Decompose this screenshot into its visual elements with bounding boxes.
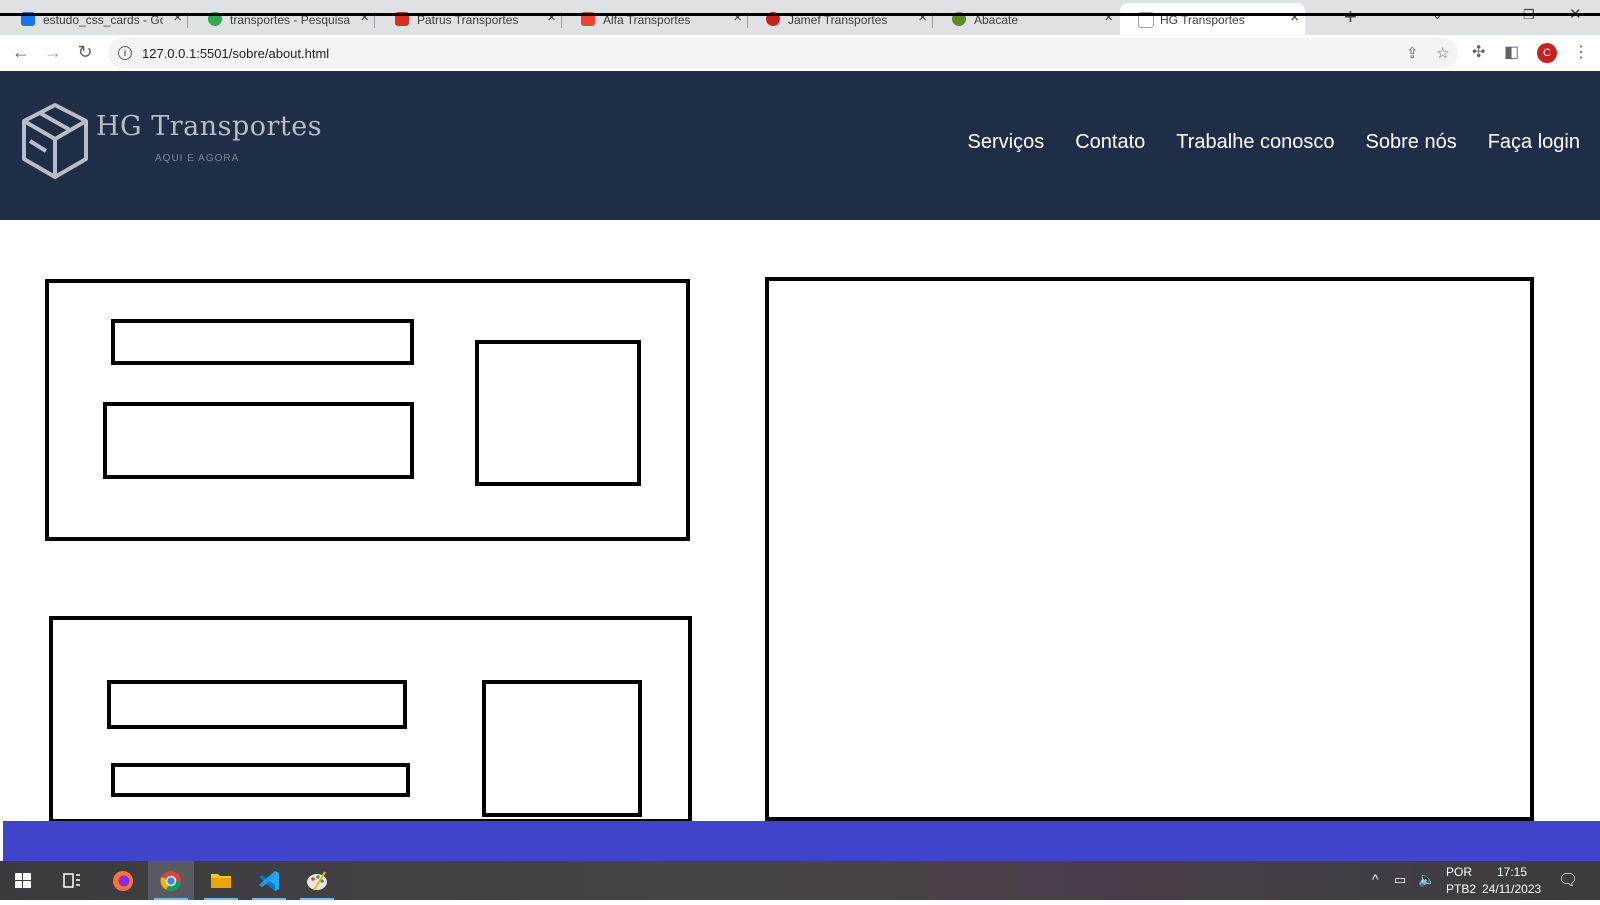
menu-kebab-icon[interactable]: ⋮	[1573, 42, 1589, 62]
nav-faca-login[interactable]: Faça login	[1488, 131, 1580, 154]
card-top-title-placeholder	[111, 319, 414, 365]
close-tab-icon[interactable]: ×	[1290, 9, 1299, 27]
nav-sobre-nos[interactable]: Sobre nós	[1366, 131, 1457, 154]
notification-center-icon[interactable]: 🗨	[1558, 870, 1578, 890]
close-tab-icon[interactable]: ×	[360, 9, 369, 27]
back-icon[interactable]: ←	[8, 39, 34, 65]
task-view-button[interactable]	[48, 861, 94, 900]
reload-icon[interactable]: ↻	[72, 39, 98, 65]
card-bottom-image-placeholder	[482, 680, 642, 817]
close-tab-icon[interactable]: ×	[1104, 9, 1113, 27]
input-language[interactable]: POR	[1446, 865, 1472, 879]
tab-transportes-pesquisa[interactable]: transportes - Pesquisa ×	[190, 3, 375, 35]
main-nav: Serviços Contato Trabalhe conosco Sobre …	[968, 131, 1580, 154]
forward-icon[interactable]: →	[40, 39, 66, 65]
site-info-icon[interactable]: i	[118, 46, 132, 60]
folder-icon	[211, 874, 231, 888]
cube-logo-icon[interactable]	[20, 101, 90, 186]
browser-tab-strip: estudo_css_cards - Go × transportes - Pe…	[0, 0, 1600, 35]
keyboard-layout[interactable]: PTB2	[1446, 882, 1476, 896]
brand-tagline: AQUI E AGORA	[155, 153, 240, 164]
start-button[interactable]	[0, 861, 46, 900]
chrome-icon	[160, 871, 182, 892]
card-top-text-placeholder	[103, 402, 414, 479]
vscode-taskbar-button[interactable]	[246, 861, 292, 900]
task-view-icon	[63, 873, 80, 888]
close-tab-icon[interactable]: ×	[918, 9, 927, 27]
card-bottom-text-placeholder	[111, 763, 410, 797]
paint-icon	[307, 871, 327, 891]
tab-hg-transportes[interactable]: HG Transportes ×	[1120, 3, 1305, 35]
new-tab-icon[interactable]: +	[1344, 6, 1357, 28]
clock-time[interactable]: 17:15	[1497, 865, 1527, 879]
vscode-icon	[259, 871, 279, 891]
tab-estudo-css-cards[interactable]: estudo_css_cards - Go ×	[3, 3, 188, 35]
share-icon[interactable]: ⇪	[1406, 44, 1419, 62]
tab-strip-scribble	[0, 13, 1600, 16]
tab-patrus-transportes[interactable]: Patrus Transportes ×	[377, 3, 562, 35]
tab-jamef-transportes[interactable]: Jamef Transportes ×	[748, 3, 933, 35]
paint-taskbar-button[interactable]	[294, 861, 340, 900]
show-hidden-icons-icon[interactable]: ^	[1372, 871, 1379, 887]
brand-name[interactable]: HG Transportes	[96, 111, 322, 142]
card-bottom-title-placeholder	[107, 680, 407, 729]
clock-date[interactable]: 24/11/2023	[1482, 882, 1541, 896]
address-bar[interactable]: i 127.0.0.1:5501/sobre/about.html ⇪ ☆	[108, 38, 1458, 68]
firefox-taskbar-button[interactable]	[100, 861, 146, 900]
close-tab-icon[interactable]: ×	[547, 9, 556, 27]
bookmark-star-icon[interactable]: ☆	[1436, 44, 1449, 62]
firefox-icon	[113, 871, 133, 891]
card-top-image-placeholder	[475, 340, 641, 486]
tab-abacate[interactable]: Abacate ×	[934, 3, 1119, 35]
file-explorer-taskbar-button[interactable]	[198, 861, 244, 900]
tab-alfa-transportes[interactable]: Alfa Transportes ×	[563, 3, 748, 35]
nav-servicos[interactable]: Serviços	[968, 131, 1045, 154]
nav-contato[interactable]: Contato	[1075, 131, 1145, 154]
extensions-icon[interactable]: ✣	[1472, 42, 1485, 62]
windows-logo-icon	[15, 873, 31, 888]
chrome-taskbar-button[interactable]	[148, 861, 194, 900]
profile-avatar[interactable]: C	[1537, 43, 1557, 63]
network-icon[interactable]: ▭	[1394, 872, 1406, 888]
windows-taskbar: ^ ▭ 🔈 POR PTB2 17:15 24/11/2023 🗨	[0, 861, 1600, 900]
browser-toolbar: ← → ↻ i 127.0.0.1:5501/sobre/about.html …	[0, 35, 1600, 72]
site-header: HG Transportes AQUI E AGORA Serviços Con…	[0, 71, 1600, 220]
close-tab-icon[interactable]: ×	[173, 9, 182, 27]
close-tab-icon[interactable]: ×	[733, 9, 742, 27]
side-panel-icon[interactable]: ◧	[1504, 42, 1519, 62]
url-text[interactable]: 127.0.0.1:5501/sobre/about.html	[142, 46, 329, 61]
volume-icon[interactable]: 🔈	[1418, 871, 1435, 888]
large-content-placeholder	[765, 277, 1534, 821]
page-footer	[3, 821, 1600, 861]
nav-trabalhe-conosco[interactable]: Trabalhe conosco	[1176, 131, 1334, 154]
